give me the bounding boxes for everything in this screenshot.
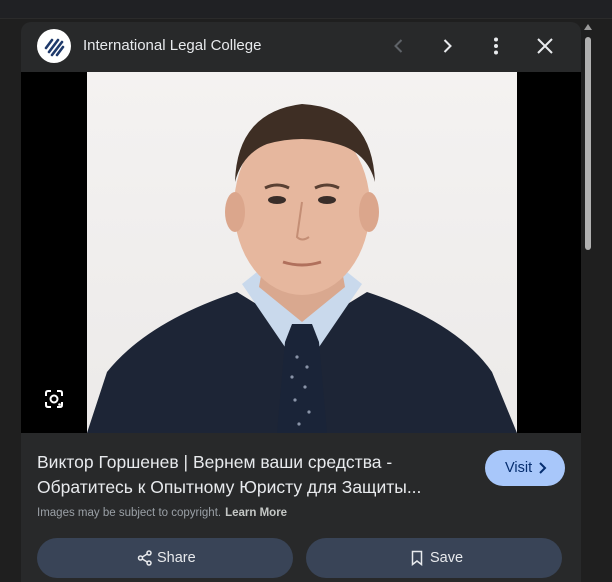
scrollbar[interactable]	[582, 22, 594, 569]
close-icon[interactable]	[531, 32, 559, 60]
preview-image-container[interactable]	[21, 72, 581, 433]
scrollbar-thumb[interactable]	[585, 37, 591, 250]
bookmark-icon	[411, 550, 423, 566]
chevron-right-icon	[539, 462, 547, 474]
site-logo[interactable]	[37, 29, 71, 63]
image-preview-panel: International Legal College Виктор Горше…	[21, 22, 581, 582]
share-button[interactable]: Share	[37, 538, 293, 578]
learn-more-link[interactable]: Learn More	[225, 507, 287, 519]
save-button[interactable]: Save	[306, 538, 562, 578]
share-button-label: Share	[157, 550, 196, 566]
chevron-left-icon[interactable]	[385, 32, 413, 60]
image-title[interactable]: Виктор Горшенев | Вернем ваши средства -…	[37, 450, 467, 500]
visit-button-label: Visit	[505, 460, 533, 476]
visit-button[interactable]: Visit	[485, 450, 565, 486]
chevron-right-icon[interactable]	[433, 32, 461, 60]
google-lens-icon[interactable]	[41, 386, 67, 412]
share-icon	[137, 550, 152, 566]
save-button-label: Save	[430, 550, 464, 566]
copyright-text: Images may be subject to copyright.	[37, 507, 222, 519]
portrait-photo[interactable]	[87, 72, 517, 433]
more-vert-icon[interactable]	[482, 32, 510, 60]
browser-top-strip	[0, 0, 612, 19]
copyright-notice: Images may be subject to copyright. Learn…	[37, 507, 287, 519]
panel-header: International Legal College	[21, 22, 581, 70]
image-title-line-1: Виктор Горшенев | Вернем ваши средства -	[37, 452, 393, 472]
scroll-up-arrow-icon[interactable]	[584, 24, 592, 30]
image-title-line-2: Обратитесь к Опытному Юристу для Защиты.…	[37, 477, 422, 497]
site-name[interactable]: International Legal College	[83, 37, 261, 54]
